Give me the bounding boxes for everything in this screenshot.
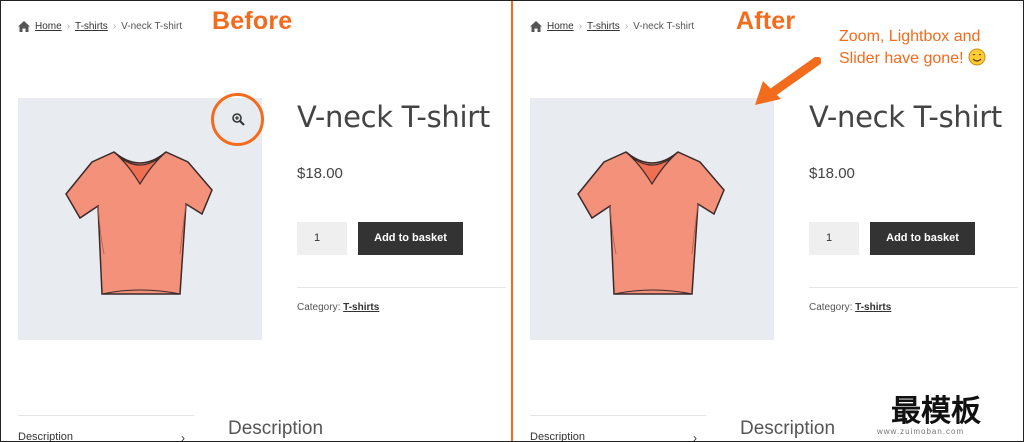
tshirt-image bbox=[65, 151, 213, 295]
product-category: Category: T-shirts bbox=[809, 302, 891, 313]
product-title: V-neck T-shirt bbox=[809, 100, 1002, 134]
watermark-url: www.zuimoban.com bbox=[877, 427, 965, 436]
chevron-right-icon: › bbox=[181, 431, 185, 441]
breadcrumb-home-link[interactable]: Home bbox=[547, 21, 574, 32]
breadcrumb-category-link[interactable]: T-shirts bbox=[587, 21, 620, 32]
product-price: $18.00 bbox=[297, 165, 343, 182]
annotation-text: Zoom, Lightbox and Slider have gone! bbox=[839, 26, 986, 70]
tab-divider bbox=[530, 415, 706, 416]
tab-divider bbox=[18, 415, 194, 416]
breadcrumb-separator: › bbox=[624, 21, 629, 32]
category-link[interactable]: T-shirts bbox=[855, 302, 891, 313]
divider bbox=[297, 287, 506, 288]
divider bbox=[809, 287, 1018, 288]
category-label: Category: bbox=[297, 302, 341, 313]
breadcrumb-separator: › bbox=[112, 21, 117, 32]
breadcrumb: Home › T-shirts › V-neck T-shirt bbox=[530, 21, 694, 32]
product-price: $18.00 bbox=[809, 165, 855, 182]
description-heading: Description bbox=[740, 418, 836, 439]
add-to-basket-button[interactable]: Add to basket bbox=[358, 222, 463, 255]
before-panel: Home › T-shirts › V-neck T-shirt Before … bbox=[1, 1, 506, 441]
product-category: Category: T-shirts bbox=[297, 302, 379, 313]
breadcrumb-category-link[interactable]: T-shirts bbox=[75, 21, 108, 32]
description-heading: Description bbox=[228, 418, 324, 439]
home-icon bbox=[18, 21, 30, 32]
smiling-face-icon bbox=[968, 48, 986, 66]
breadcrumb-current: V-neck T-shirt bbox=[121, 21, 183, 32]
zoom-in-icon[interactable] bbox=[232, 113, 245, 126]
tshirt-image bbox=[577, 151, 725, 295]
watermark-logo: 最模板 bbox=[891, 394, 981, 429]
breadcrumb-separator: › bbox=[66, 21, 71, 32]
add-to-basket-button[interactable]: Add to basket bbox=[870, 222, 975, 255]
annotation-line-2: Slider have gone! bbox=[839, 50, 964, 67]
after-label: After bbox=[736, 7, 796, 35]
home-icon bbox=[530, 21, 542, 32]
quantity-input[interactable]: 1 bbox=[809, 222, 859, 255]
screenshot-frame: Home › T-shirts › V-neck T-shirt Before … bbox=[0, 0, 1024, 442]
tab-description[interactable]: Description bbox=[530, 431, 585, 441]
category-link[interactable]: T-shirts bbox=[343, 302, 379, 313]
breadcrumb-separator: › bbox=[578, 21, 583, 32]
breadcrumb-current: V-neck T-shirt bbox=[633, 21, 695, 32]
product-image bbox=[530, 98, 774, 340]
quantity-input[interactable]: 1 bbox=[297, 222, 347, 255]
arrow-icon bbox=[755, 57, 821, 105]
category-label: Category: bbox=[809, 302, 853, 313]
breadcrumb-home-link[interactable]: Home bbox=[35, 21, 62, 32]
before-label: Before bbox=[212, 7, 293, 35]
breadcrumb: Home › T-shirts › V-neck T-shirt bbox=[18, 21, 182, 32]
product-title: V-neck T-shirt bbox=[297, 100, 490, 134]
tab-description[interactable]: Description bbox=[18, 431, 73, 441]
annotation-line-1: Zoom, Lightbox and bbox=[839, 28, 981, 45]
chevron-right-icon: › bbox=[693, 431, 697, 441]
